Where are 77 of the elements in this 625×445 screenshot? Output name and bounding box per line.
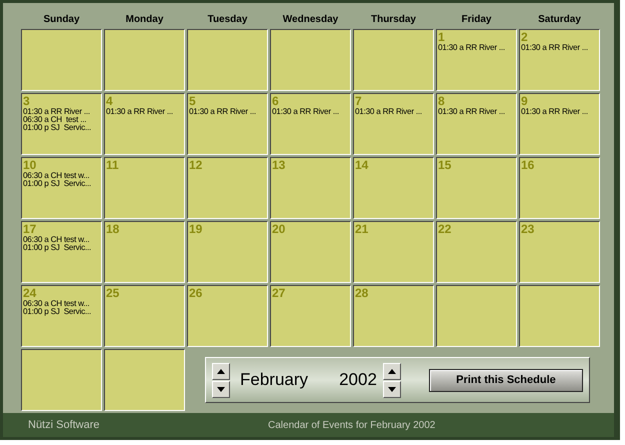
spin-up-button[interactable] [212, 362, 230, 380]
day-number: 10 [23, 159, 36, 172]
day-number: 28 [355, 287, 368, 300]
event-entry[interactable]: 01:00 p SJ Servic... [23, 180, 92, 188]
event-entry[interactable]: 01:30 a RR River ... [272, 108, 339, 116]
day-header: Saturday [537, 14, 582, 24]
day-number: 15 [438, 159, 452, 172]
day-number: 18 [106, 223, 120, 236]
day-cell[interactable]: 7 01:30 a RR River ... [353, 93, 434, 155]
day-number: 26 [189, 287, 202, 300]
day-number: 16 [521, 159, 534, 172]
day-number: 9 [521, 95, 528, 108]
day-number: 3 [23, 95, 30, 108]
down-triangle-icon [388, 386, 396, 392]
day-number: 6 [272, 95, 279, 108]
day-cell[interactable]: 24 06:30 a CH test w... 01:00 p SJ Servic... [21, 285, 102, 347]
up-triangle-icon [217, 368, 225, 374]
event-entry[interactable]: 01:30 a RR River ... [521, 44, 588, 52]
day-number: 1 [438, 31, 445, 44]
day-number: 25 [106, 287, 120, 300]
event-entry[interactable]: 06:30 a CH test w... [23, 172, 90, 180]
month-label: February [240, 370, 310, 390]
day-number: 5 [189, 95, 196, 108]
event-entry[interactable]: 06:30 a CH test ... [23, 116, 86, 124]
day-cell[interactable]: 9 01:30 a RR River ... [519, 93, 600, 155]
event-entry[interactable]: 01:00 p SJ Servic... [23, 308, 92, 316]
day-cell[interactable]: 1 01:30 a RR River ... [436, 29, 517, 91]
event-entry[interactable]: 01:30 a RR River ... [438, 44, 505, 52]
day-number: 19 [189, 223, 202, 236]
event-entry[interactable]: 01:30 a RR River ... [23, 108, 90, 116]
event-entry[interactable]: 01:30 a RR River ... [438, 108, 505, 116]
year-label: 2002 [339, 370, 377, 390]
event-entry[interactable]: 01:30 a RR River ... [355, 108, 422, 116]
day-number: 4 [106, 95, 113, 108]
print-button[interactable]: Print this Schedule [428, 368, 583, 392]
day-number: 24 [23, 287, 36, 300]
event-entry[interactable]: 01:30 a RR River ... [189, 108, 256, 116]
day-header: Monday [124, 14, 164, 24]
day-cell[interactable]: 10 06:30 a CH test w... 01:00 p SJ Servic... [21, 157, 102, 219]
day-cell[interactable]: 8 01:30 a RR River ... [436, 93, 517, 155]
day-number: 8 [438, 95, 445, 108]
spin-down-button[interactable] [212, 380, 230, 398]
day-number: 7 [355, 95, 362, 108]
day-cell[interactable]: 17 06:30 a CH test w... 01:00 p SJ Servic... [21, 221, 102, 283]
day-number: 17 [23, 223, 36, 236]
day-cell[interactable]: 5 01:30 a RR River ... [187, 93, 268, 155]
event-entry[interactable]: 01:30 a RR River ... [521, 108, 588, 116]
spin-down-button[interactable] [382, 380, 401, 398]
event-entry[interactable]: 01:00 p SJ Servic... [23, 244, 92, 252]
day-cell[interactable]: 2 01:30 a RR River ... [519, 29, 600, 91]
day-number: 11 [106, 159, 119, 172]
event-entry[interactable]: 06:30 a CH test w... [23, 300, 90, 308]
day-number: 12 [189, 159, 202, 172]
up-triangle-icon [388, 368, 396, 374]
day-header: Friday [460, 14, 492, 24]
day-header: Tuesday [206, 14, 248, 24]
day-header: Wednesday [282, 14, 340, 24]
event-entry[interactable]: 01:00 p SJ Servic... [23, 124, 92, 132]
event-entry[interactable]: 01:30 a RR River ... [106, 108, 173, 116]
day-number: 20 [272, 223, 286, 236]
day-cell[interactable]: 3 01:30 a RR River ... 06:30 a CH test ... 01:00 p SJ Servic... [21, 93, 102, 155]
day-number: 21 [355, 223, 368, 236]
day-header: Thursday [370, 14, 417, 24]
day-number: 14 [355, 159, 368, 172]
spin-up-button[interactable] [382, 362, 401, 380]
day-number: 2 [521, 31, 528, 44]
down-triangle-icon [217, 386, 225, 392]
status-caption: Calendar of Events for February 2002 [268, 420, 436, 430]
day-number: 22 [438, 223, 452, 236]
day-header: Sunday [42, 14, 81, 24]
day-number: 23 [521, 223, 534, 236]
day-number: 13 [272, 159, 286, 172]
day-number: 27 [272, 287, 286, 300]
day-cell[interactable]: 6 01:30 a RR River ... [270, 93, 351, 155]
day-cell[interactable]: 4 01:30 a RR River ... [104, 93, 185, 155]
company-name: Nützi Software [28, 419, 101, 431]
event-entry[interactable]: 06:30 a CH test w... [23, 236, 90, 244]
